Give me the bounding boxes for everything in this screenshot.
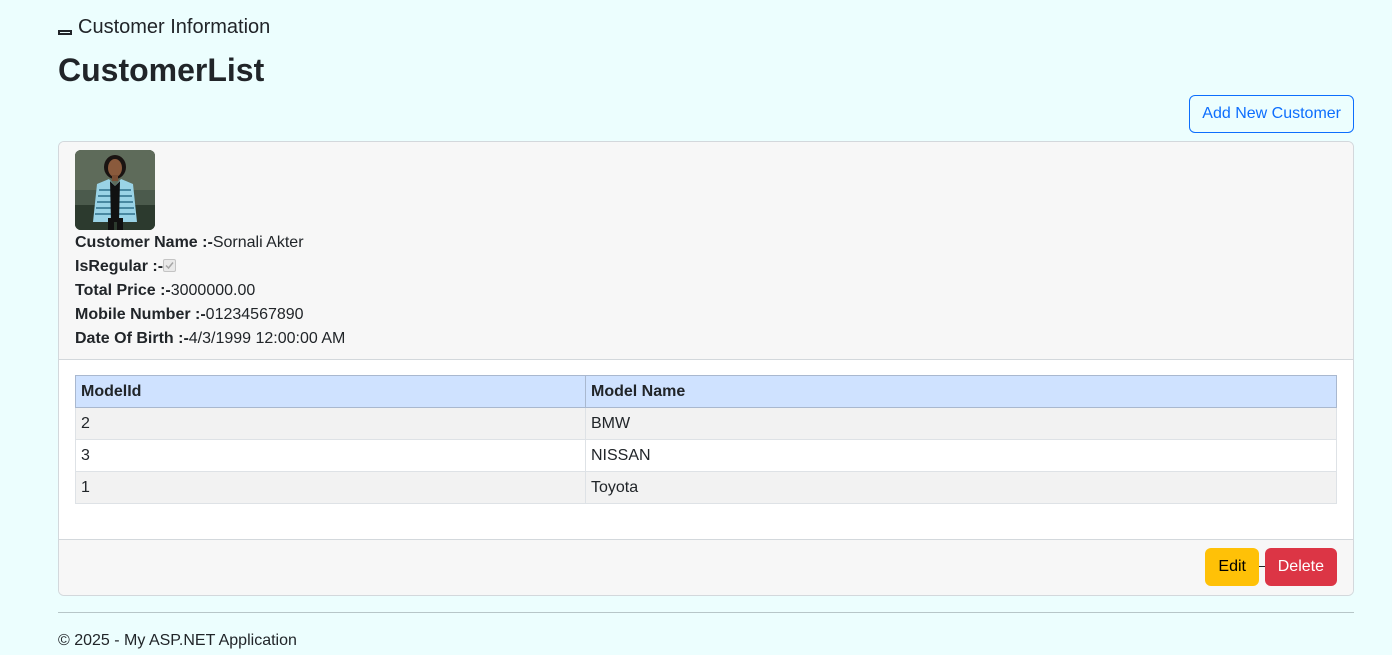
footer-divider <box>58 612 1354 613</box>
table-row: 2 BMW <box>75 407 1337 440</box>
model-id-cell: 2 <box>75 407 586 440</box>
customer-card: Customer Name :-Sornali Akter IsRegular … <box>58 141 1354 596</box>
date-of-birth-value: 4/3/1999 12:00:00 AM <box>188 330 346 347</box>
column-header-model-name: Model Name <box>585 375 1337 408</box>
model-name-cell: Toyota <box>585 471 1337 504</box>
model-name-cell: NISSAN <box>585 439 1337 472</box>
footer-copyright: © 2025 - My ASP.NET Application <box>58 632 297 649</box>
is-regular-row: IsRegular :- <box>75 255 177 279</box>
column-header-modelid: ModelId <box>75 375 586 408</box>
customer-card-footer: Edit Delete <box>59 539 1353 595</box>
total-price-value: 3000000.00 <box>170 282 256 299</box>
checkmark-icon <box>165 262 174 270</box>
is-regular-label: IsRegular :- <box>75 258 164 275</box>
mobile-number-value: 01234567890 <box>205 306 304 323</box>
add-new-customer-button[interactable]: Add New Customer <box>1189 95 1354 133</box>
models-table: ModelId Model Name 2 BMW 3 NISSAN 1 Toyo… <box>75 375 1337 504</box>
table-row: 1 Toyota <box>75 471 1337 504</box>
date-of-birth-row: Date Of Birth :-4/3/1999 12:00:00 AM <box>75 327 345 351</box>
mobile-number-label: Mobile Number :- <box>75 306 206 323</box>
customer-photo <box>75 150 155 230</box>
model-id-cell: 3 <box>75 439 586 472</box>
mobile-number-row: Mobile Number :-01234567890 <box>75 303 304 327</box>
edit-button[interactable]: Edit <box>1205 548 1259 586</box>
customer-photo-image <box>75 150 155 230</box>
table-row: 3 NISSAN <box>75 439 1337 472</box>
customer-name-value: Sornali Akter <box>212 234 304 251</box>
table-header-row: ModelId Model Name <box>75 375 1337 408</box>
customer-name-row: Customer Name :-Sornali Akter <box>75 231 304 255</box>
customer-card-header: Customer Name :-Sornali Akter IsRegular … <box>59 142 1353 360</box>
model-id-cell: 1 <box>75 471 586 504</box>
model-name-cell: BMW <box>585 407 1337 440</box>
brand-link[interactable]: Customer Information <box>58 15 270 39</box>
brand-title[interactable]: Customer Information <box>78 16 270 39</box>
delete-button[interactable]: Delete <box>1264 548 1337 586</box>
total-price-row: Total Price :-3000000.00 <box>75 279 255 303</box>
customer-name-label: Customer Name :- <box>75 234 213 251</box>
page-title: CustomerList <box>58 52 265 88</box>
total-price-label: Total Price :- <box>75 282 171 299</box>
date-of-birth-label: Date Of Birth :- <box>75 330 189 347</box>
navbar-toggler-icon[interactable] <box>58 29 72 35</box>
is-regular-checkbox <box>163 259 177 272</box>
